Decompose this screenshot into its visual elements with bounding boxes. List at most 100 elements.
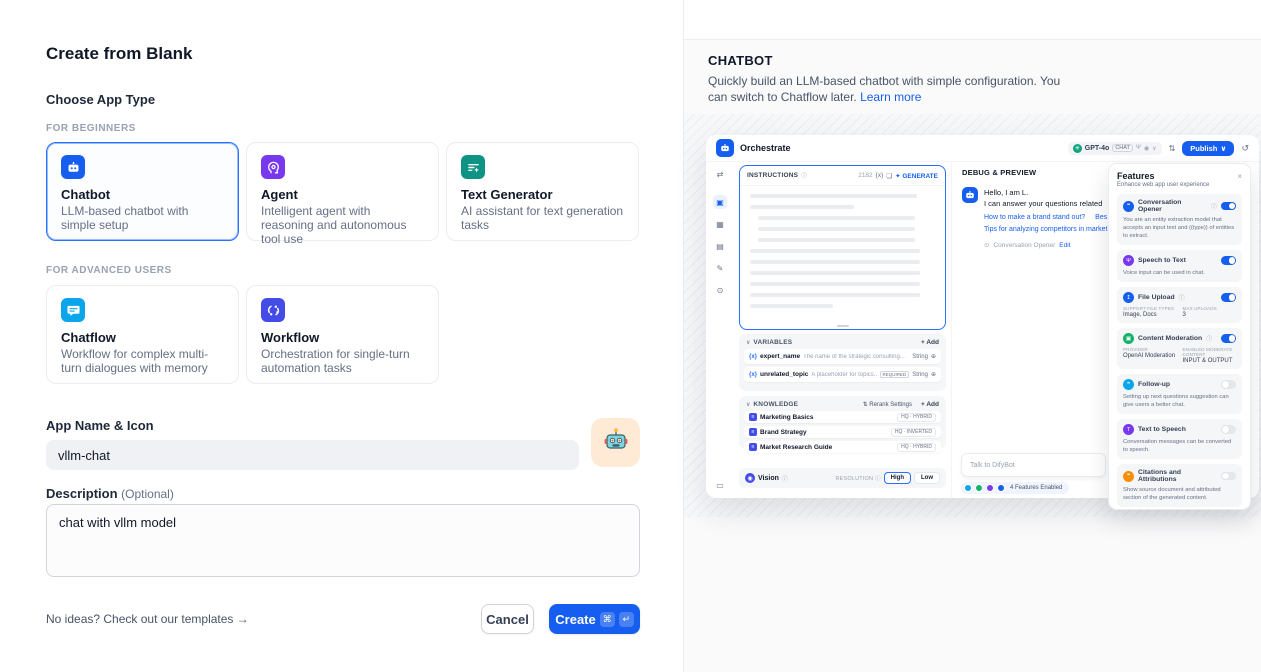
arrow-right-icon: →: [237, 612, 249, 626]
chevron-down-icon: ∨: [1152, 145, 1156, 152]
resize-handle: [837, 325, 849, 327]
model-mode-tag: CHAT: [1112, 144, 1133, 152]
robot-emoji-icon: [602, 426, 630, 459]
vision-setting-row: ◉ Vision ⓘ RESOLUTION ⓘ High Low: [739, 468, 946, 488]
feature-dot-icon: [975, 484, 983, 492]
document-icon: ▤: [713, 239, 727, 253]
cancel-button[interactable]: Cancel: [481, 604, 534, 634]
info-icon: ⓘ: [1211, 202, 1217, 211]
publish-button: Publish∨: [1182, 141, 1234, 156]
feature-dot-icon: [986, 484, 994, 492]
features-panel: Features × Enhance web app user experien…: [1108, 163, 1251, 510]
card-desc: Orchestration for single-turn automation…: [261, 347, 424, 375]
preview-heading: CHATBOT: [708, 53, 773, 68]
collapse-icon: ∨: [746, 401, 750, 408]
eye-icon: ◉: [745, 473, 755, 483]
required-badge: REQUIRED: [880, 371, 910, 378]
workflow-icon: [261, 298, 285, 322]
variable-icon: {x}: [876, 172, 884, 179]
knowledge-row: ≡ Marketing Basics HQ · HYBRID: [744, 411, 941, 423]
create-button[interactable]: Create ⌘ ↵: [549, 604, 640, 634]
feature-card-file-upload: ↥ File Upload ⓘ SUPPORT FILE TYPESImage,…: [1117, 287, 1242, 323]
app-name-input[interactable]: [46, 440, 579, 470]
variable-row: {x} unrelated_topic A placeholder for to…: [744, 367, 941, 382]
suggested-question: Bes: [1095, 214, 1107, 221]
close-icon: ×: [1237, 172, 1242, 181]
window-icon: ▭: [713, 478, 727, 492]
preview-sidebar: ⇄ ▣ ▦ ▤ ✎ ⊙ ▭: [706, 162, 734, 498]
variable-token-icon: {x}: [749, 354, 757, 360]
variables-section: ∨ VARIABLES + Add {x} expert_name The na…: [739, 334, 946, 391]
feature-card-text-to-speech: T Text to Speech Conversation messages c…: [1117, 419, 1242, 459]
suggested-question: How to make a brand stand out?: [984, 214, 1085, 221]
command-key-icon: ⌘: [600, 612, 615, 627]
orchestrate-tab-icon: ▣: [713, 195, 727, 209]
card-title: Chatbot: [61, 187, 224, 202]
generate-button: ✦ GENERATE: [895, 172, 938, 180]
toggle-off: [1221, 425, 1236, 434]
group-label-advanced: FOR ADVANCED USERS: [46, 265, 172, 276]
info-icon: ⓘ: [1206, 334, 1212, 343]
features-enabled-badge: 4 Features Enabled: [961, 482, 1069, 494]
preview-app-title: Orchestrate: [740, 143, 791, 153]
model-provider-icon: ✳: [1073, 144, 1082, 153]
note-icon: ✎: [713, 261, 727, 275]
knowledge-section: ∨ KNOWLEDGE ⇅ Rerank Settings + Add ≡ Ma…: [739, 396, 946, 449]
feature-dot-icon: [964, 484, 972, 492]
toggle-on: [1221, 293, 1236, 302]
toggle-on: [1221, 334, 1236, 343]
knowledge-doc-icon: ≡: [749, 428, 757, 436]
description-textarea[interactable]: chat with vllm model: [46, 504, 640, 577]
knowledge-doc-icon: ≡: [749, 413, 757, 421]
templates-link[interactable]: No ideas? Check out our templates →: [46, 612, 249, 626]
toggle-on: [1221, 256, 1236, 265]
chatflow-icon: [61, 298, 85, 322]
rerank-settings-button: ⇅ Rerank Settings: [863, 401, 912, 408]
history-icon: ↺: [1241, 143, 1249, 154]
char-count: 2182: [858, 172, 872, 179]
app-type-card-agent[interactable]: Agent Intelligent agent with reasoning a…: [246, 142, 439, 241]
app-type-card-chatbot[interactable]: Chatbot LLM-based chatbot with simple se…: [46, 142, 239, 241]
info-icon: ⓘ: [1179, 293, 1185, 302]
tune-icon: ⇅: [1169, 144, 1176, 153]
preview-topbar: Orchestrate ✳ GPT-4o CHAT Ψ ◉ ∨ ⇅ Publis…: [706, 135, 1259, 162]
mic-icon: Ψ: [1123, 255, 1134, 266]
feature-card-follow-up: ❞ Follow-up Setting up next questions su…: [1117, 374, 1242, 414]
card-desc: Intelligent agent with reasoning and aut…: [261, 204, 424, 246]
instructions-panel: INSTRUCTIONS ⓘ 2182 {x} ❏ ✦ GENERATE: [739, 165, 946, 330]
card-desc: Workflow for complex multi-turn dialogue…: [61, 347, 224, 375]
type-settings-icon: ⊕: [931, 353, 936, 360]
app-icon-picker-button[interactable]: [591, 418, 640, 467]
collapse-icon: ∨: [746, 339, 750, 346]
citations-icon: ❝: [1123, 471, 1134, 482]
add-knowledge-button: + Add: [921, 401, 939, 408]
opener-mark-icon: ⊙: [984, 241, 989, 249]
preview-app-icon: [716, 139, 734, 157]
advanced-cards: Chatflow Workflow for complex multi-turn…: [46, 285, 439, 384]
top-strip: [684, 0, 1261, 40]
app-type-card-chatflow[interactable]: Chatflow Workflow for complex multi-turn…: [46, 285, 239, 384]
learn-more-link[interactable]: Learn more: [860, 90, 921, 104]
card-desc: LLM-based chatbot with simple setup: [61, 204, 224, 232]
spark-icon: ✦: [895, 173, 900, 180]
mic-icon: Ψ: [1136, 145, 1141, 151]
text-to-speech-icon: T: [1123, 424, 1134, 435]
vision-icon: ◉: [1144, 145, 1149, 152]
preview-description: Quickly build an LLM-based chatbot with …: [708, 73, 1076, 105]
toggle-off: [1221, 472, 1236, 481]
app-type-preview-panel: CHATBOT Quickly build an LLM-based chatb…: [683, 0, 1261, 672]
card-desc: AI assistant for text generation tasks: [461, 204, 624, 232]
file-upload-icon: ↥: [1123, 292, 1134, 303]
image-icon: ▦: [713, 217, 727, 231]
card-title: Workflow: [261, 330, 424, 345]
bot-avatar: [962, 187, 978, 203]
create-app-modal: Create from Blank Choose App Type FOR BE…: [0, 0, 683, 672]
app-type-card-workflow[interactable]: Workflow Orchestration for single-turn a…: [246, 285, 439, 384]
text-generator-icon: [461, 155, 485, 179]
app-name-label: App Name & Icon: [46, 418, 154, 433]
beginner-cards: Chatbot LLM-based chatbot with simple se…: [46, 142, 639, 241]
app-type-card-text-generator[interactable]: Text Generator AI assistant for text gen…: [446, 142, 639, 241]
knowledge-row: ≡ Brand Strategy HQ · INVERTED: [744, 426, 941, 438]
card-title: Agent: [261, 187, 424, 202]
conversation-opener-icon: ❝: [1123, 201, 1134, 212]
